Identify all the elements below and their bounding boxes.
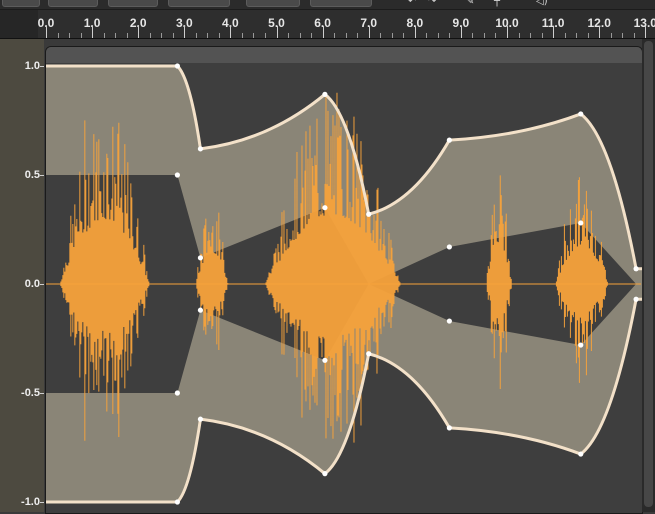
envelope-control-point[interactable] <box>197 146 204 152</box>
envelope-control-point[interactable] <box>174 499 180 505</box>
envelope-control-point[interactable] <box>322 91 328 97</box>
envelope-control-point[interactable] <box>366 211 372 217</box>
envelope-control-point[interactable] <box>322 471 328 477</box>
waveform-canvas[interactable] <box>0 0 655 512</box>
envelope-control-point[interactable] <box>578 451 584 457</box>
envelope-control-point[interactable] <box>322 205 328 211</box>
vertical-scroll-thumb[interactable] <box>644 41 653 507</box>
envelope-control-point[interactable] <box>446 318 452 324</box>
envelope-control-point[interactable] <box>633 296 639 302</box>
envelope-control-point[interactable] <box>446 244 452 250</box>
envelope-control-point[interactable] <box>197 255 204 261</box>
envelope-control-point[interactable] <box>578 111 584 117</box>
envelope-control-point[interactable] <box>446 425 452 431</box>
envelope-control-point[interactable] <box>578 220 584 226</box>
envelope-control-point[interactable] <box>322 357 328 363</box>
envelope-control-point[interactable] <box>578 342 584 348</box>
envelope-control-point[interactable] <box>197 416 204 422</box>
envelope-control-point[interactable] <box>174 390 180 396</box>
envelope-control-point[interactable] <box>446 137 452 143</box>
envelope-control-point[interactable] <box>366 351 372 357</box>
vertical-scrollbar[interactable] <box>642 39 655 512</box>
envelope-control-point[interactable] <box>197 307 204 313</box>
envelope-control-point[interactable] <box>174 63 180 69</box>
envelope-control-point[interactable] <box>633 266 639 272</box>
envelope-control-point[interactable] <box>174 172 180 178</box>
